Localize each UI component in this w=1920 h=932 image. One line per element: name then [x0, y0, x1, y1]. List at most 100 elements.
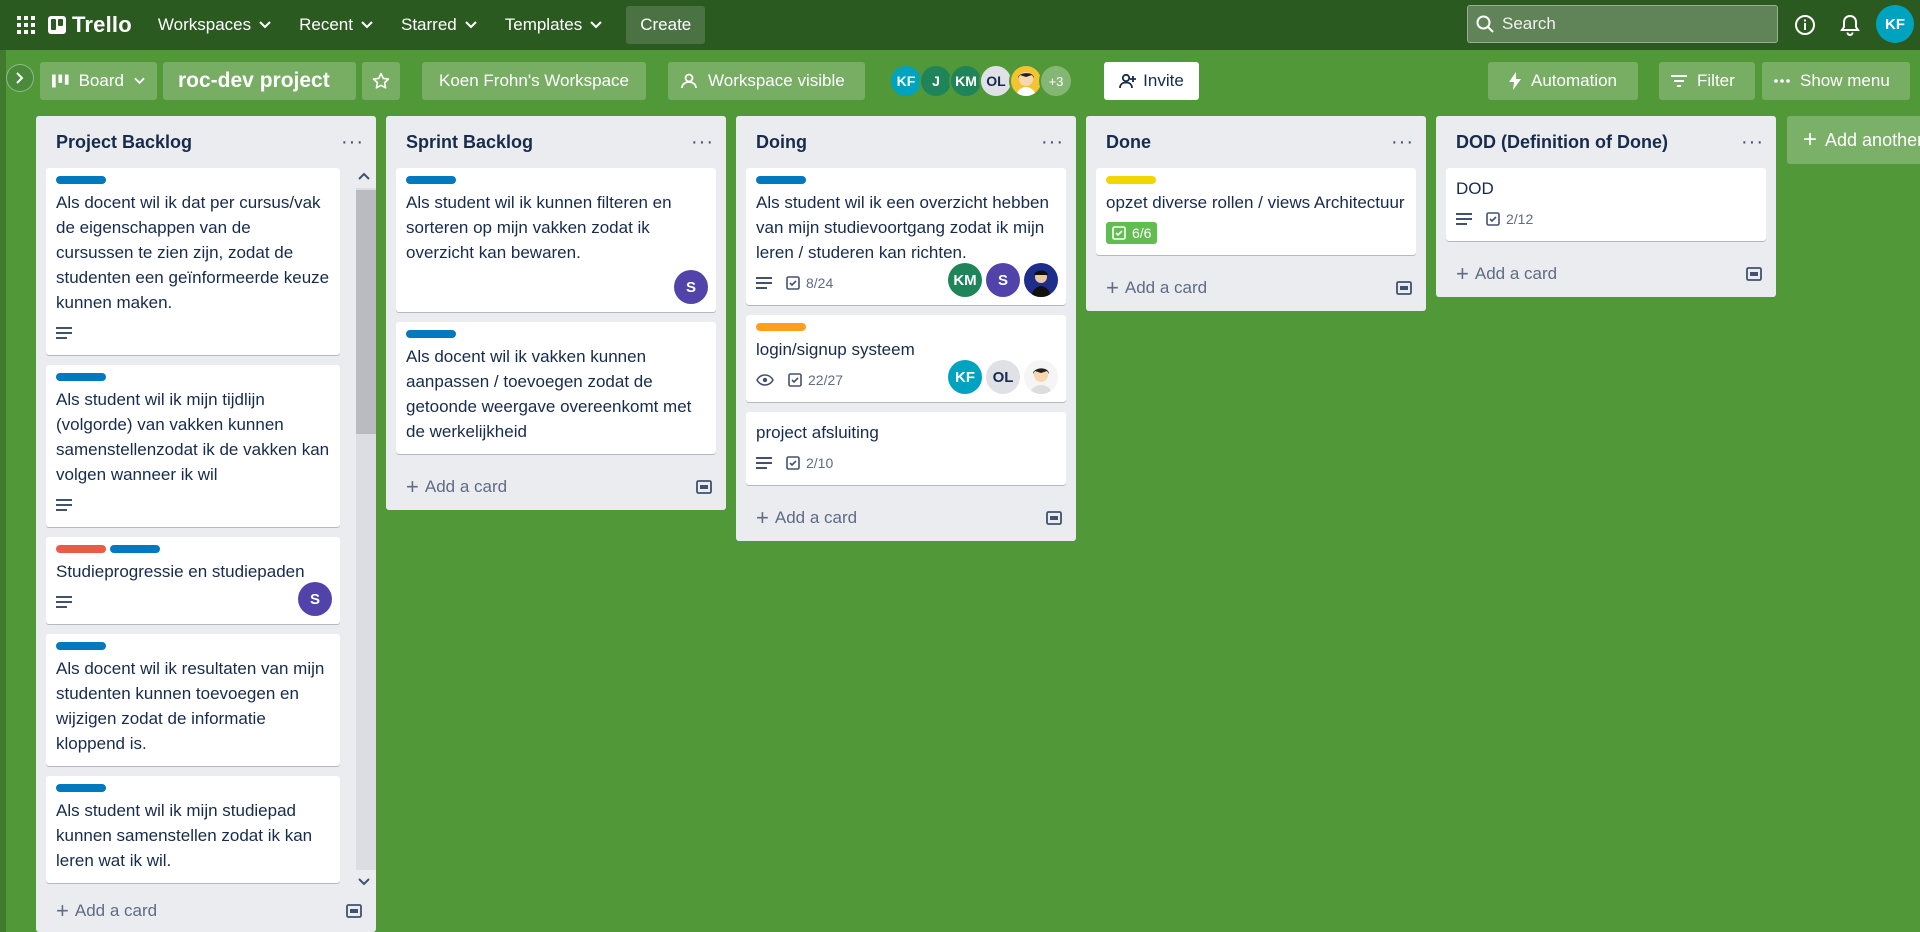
card[interactable]: Studieprogressie en studiepaden S: [46, 537, 340, 624]
member-avatar[interactable]: OL: [979, 64, 1013, 98]
add-card-button[interactable]: + Add a card: [36, 888, 376, 932]
card-template-icon[interactable]: [1046, 511, 1062, 525]
add-list-button[interactable]: + Add another list: [1787, 116, 1920, 164]
show-menu-button[interactable]: Show menu: [1762, 62, 1910, 100]
filter-button[interactable]: Filter: [1659, 62, 1755, 100]
add-card-button[interactable]: + Add a card: [386, 464, 726, 510]
list-header[interactable]: Done ···: [1086, 116, 1426, 168]
card-member-avatar[interactable]: OL: [986, 360, 1020, 394]
card-member-avatar-photo[interactable]: [1024, 263, 1058, 297]
description-badge: [56, 596, 72, 608]
workspace-button[interactable]: Koen Frohn's Workspace: [422, 62, 646, 100]
list-title[interactable]: DOD (Definition of Done): [1456, 132, 1668, 153]
card-label[interactable]: [56, 784, 106, 792]
card[interactable]: Als student wil ik een overzicht hebben …: [746, 168, 1066, 305]
card-label[interactable]: [406, 176, 456, 184]
global-header: Trello Workspaces Recent Starred Templat…: [0, 0, 1920, 50]
eye-icon: [756, 374, 774, 386]
list-header[interactable]: DOD (Definition of Done) ···: [1436, 116, 1776, 168]
list-header[interactable]: Sprint Backlog ···: [386, 116, 726, 168]
list-header[interactable]: Project Backlog ···: [36, 116, 376, 168]
list-cards-scroll[interactable]: Als docent wil ik dat per cursus/vak de …: [36, 168, 376, 888]
card-member-avatar[interactable]: S: [674, 270, 708, 304]
card[interactable]: login/signup systeem 22/27 KF OL: [746, 315, 1066, 402]
card[interactable]: Als docent wil ik dat per cursus/vak de …: [46, 168, 340, 355]
search-input[interactable]: [1502, 14, 1762, 34]
card[interactable]: Als student wil ik kunnen filteren en so…: [396, 168, 716, 312]
description-icon: [56, 596, 72, 608]
card-label[interactable]: [756, 323, 806, 331]
list-title[interactable]: Sprint Backlog: [406, 132, 533, 153]
nav-templates[interactable]: Templates: [493, 7, 614, 43]
board-title-button[interactable]: roc-dev project: [163, 62, 356, 100]
card-template-icon[interactable]: [1746, 267, 1762, 281]
more-members-button[interactable]: +3: [1039, 64, 1073, 98]
list-title[interactable]: Done: [1106, 132, 1151, 153]
card-label[interactable]: [756, 176, 806, 184]
list-menu-button[interactable]: ···: [341, 131, 364, 154]
star-board-button[interactable]: [362, 62, 400, 100]
list-header[interactable]: Doing ···: [736, 116, 1076, 168]
list-title[interactable]: Project Backlog: [56, 132, 192, 153]
card[interactable]: DOD 2/12: [1446, 168, 1766, 241]
card-label[interactable]: [56, 176, 106, 184]
description-badge: [756, 277, 772, 289]
app-switcher-button[interactable]: [8, 7, 44, 43]
add-card-button[interactable]: + Add a card: [1436, 251, 1776, 297]
list-menu-button[interactable]: ···: [1391, 131, 1414, 154]
list-scrollbar[interactable]: [352, 166, 376, 894]
card-label[interactable]: [110, 545, 160, 553]
trello-logo[interactable]: Trello: [48, 12, 132, 38]
member-avatar[interactable]: J: [919, 64, 953, 98]
nav-starred[interactable]: Starred: [389, 7, 489, 43]
notifications-button[interactable]: [1836, 11, 1864, 39]
card-member-avatar[interactable]: S: [298, 582, 332, 616]
visibility-button[interactable]: Workspace visible: [668, 62, 865, 100]
user-avatar[interactable]: KF: [1876, 5, 1914, 43]
card-template-icon[interactable]: [346, 904, 362, 918]
card-member-avatar[interactable]: KF: [948, 360, 982, 394]
checklist-count: 6/6: [1132, 225, 1152, 241]
member-avatar[interactable]: KM: [949, 64, 983, 98]
card[interactable]: Als docent wil ik vakken kunnen aanpasse…: [396, 322, 716, 454]
card-label[interactable]: [56, 373, 106, 381]
list-title[interactable]: Doing: [756, 132, 807, 153]
invite-button[interactable]: Invite: [1104, 62, 1199, 100]
board-view-switcher[interactable]: Board: [40, 62, 157, 100]
card-template-icon[interactable]: [696, 480, 712, 494]
card[interactable]: Als docent wil ik resultaten van mijn st…: [46, 634, 340, 766]
list-menu-button[interactable]: ···: [1741, 131, 1764, 154]
card[interactable]: opzet diverse rollen / views Architectuu…: [1096, 168, 1416, 255]
card-member-avatar-photo[interactable]: [1024, 360, 1058, 394]
info-button[interactable]: [1791, 11, 1819, 39]
nav-workspaces[interactable]: Workspaces: [146, 7, 283, 43]
card-label[interactable]: [406, 330, 456, 338]
visibility-label: Workspace visible: [708, 71, 845, 90]
nav-recent[interactable]: Recent: [287, 7, 385, 43]
scrollbar-thumb[interactable]: [356, 190, 376, 434]
member-avatar-photo[interactable]: [1009, 64, 1043, 98]
list-menu-button[interactable]: ···: [691, 131, 714, 154]
card[interactable]: Als student wil ik mijn tijdlijn (volgor…: [46, 365, 340, 527]
board-members: KF J KM OL +3: [889, 62, 1073, 100]
card-label[interactable]: [56, 545, 106, 553]
description-icon: [1456, 213, 1472, 225]
card-template-icon[interactable]: [1396, 281, 1412, 295]
card-member-avatar[interactable]: S: [986, 263, 1020, 297]
card-label[interactable]: [56, 642, 106, 650]
card[interactable]: project afsluiting 2/10: [746, 412, 1066, 485]
member-avatar[interactable]: KF: [889, 64, 923, 98]
automation-label: Automation: [1531, 71, 1617, 90]
list-menu-button[interactable]: ···: [1041, 131, 1064, 154]
search-box[interactable]: [1467, 5, 1778, 43]
plus-icon: +: [56, 898, 69, 923]
sidebar-expand-button[interactable]: [6, 64, 34, 92]
card[interactable]: Als student wil ik mijn studiepad kunnen…: [46, 776, 340, 883]
automation-button[interactable]: Automation: [1488, 62, 1638, 100]
add-card-label: Add a card: [774, 508, 858, 527]
card-member-avatar[interactable]: KM: [948, 263, 982, 297]
card-label[interactable]: [1106, 176, 1156, 184]
add-card-button[interactable]: + Add a card: [1086, 265, 1426, 311]
create-button[interactable]: Create: [626, 6, 706, 44]
add-card-button[interactable]: + Add a card: [736, 495, 1076, 541]
